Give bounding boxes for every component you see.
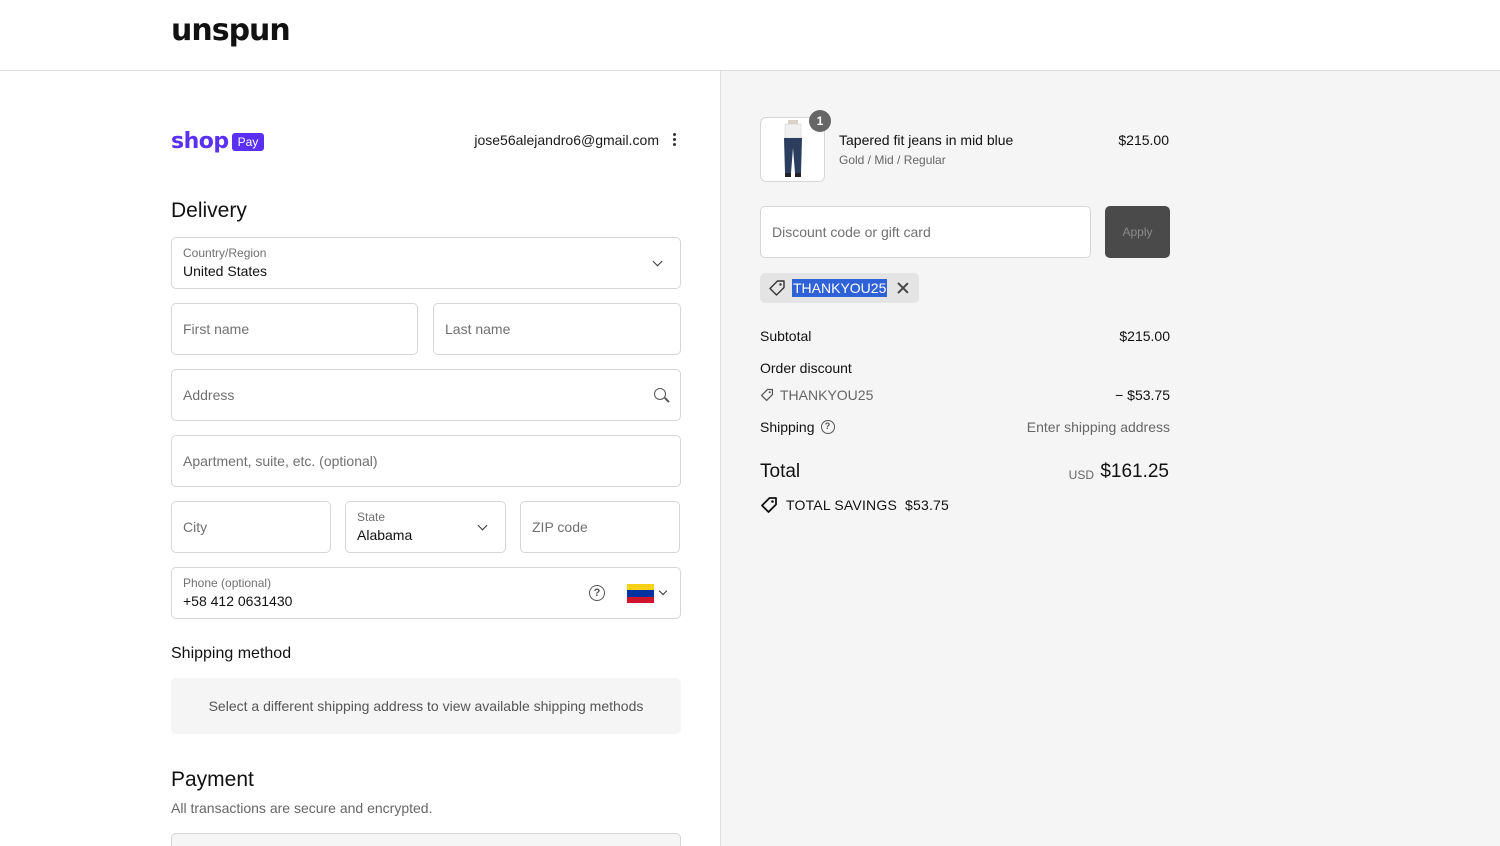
product-price: $215.00 (1118, 132, 1169, 148)
order-discount-label: Order discount (760, 360, 852, 376)
subtotal-label: Subtotal (760, 328, 812, 344)
address-placeholder: Address (183, 387, 235, 403)
quantity-badge: 1 (809, 110, 831, 132)
country-select[interactable]: Country/Region United States (171, 237, 681, 289)
apartment-field[interactable]: Apartment, suite, etc. (optional) (171, 435, 681, 487)
last-name-placeholder: Last name (445, 321, 511, 337)
order-discount-value: − $53.75 (1115, 387, 1170, 403)
shop-pay-logo[interactable]: shop Pay (171, 129, 265, 154)
tag-icon (769, 280, 785, 296)
delivery-heading: Delivery (171, 199, 247, 222)
order-summary-column: 1 Tapered fit jeans in mid blue Gold / M… (720, 71, 1500, 846)
chevron-down-icon (477, 520, 488, 531)
savings-tag-icon (761, 497, 777, 513)
more-options-icon[interactable] (669, 131, 680, 148)
state-value: Alabama (357, 527, 413, 543)
checkout-form-column: shop Pay jose56alejandro6@gmail.com Deli… (0, 71, 720, 846)
discount-code-input[interactable]: Discount code or gift card (760, 206, 1091, 258)
apartment-placeholder: Apartment, suite, etc. (optional) (183, 453, 378, 469)
shipping-label: Shipping (760, 419, 815, 435)
total-label: Total (760, 461, 801, 482)
chevron-down-icon[interactable] (658, 586, 668, 596)
total-savings-value: $53.75 (905, 497, 950, 513)
shipping-row: Shipping ? Enter shipping address (760, 419, 1170, 435)
venezuela-flag-icon[interactable] (627, 584, 654, 603)
account-info: jose56alejandro6@gmail.com (474, 131, 680, 148)
zip-placeholder: ZIP code (532, 519, 588, 535)
payment-heading: Payment (171, 768, 254, 791)
phone-label: Phone (optional) (183, 576, 272, 590)
order-discount-row: Order discount (760, 360, 1170, 376)
chevron-down-icon (652, 256, 663, 267)
apply-discount-button[interactable]: Apply (1105, 206, 1170, 258)
brand-logo[interactable]: unspun (171, 13, 291, 48)
country-label: Country/Region (183, 246, 267, 260)
shipping-method-message: Select a different shipping address to v… (208, 698, 644, 714)
account-email: jose56alejandro6@gmail.com (474, 131, 659, 148)
last-name-field[interactable]: Last name (433, 303, 681, 355)
product-title: Tapered fit jeans in mid blue (839, 132, 1014, 148)
zip-field[interactable]: ZIP code (520, 501, 680, 553)
shipping-method-heading: Shipping method (171, 645, 292, 662)
help-icon[interactable]: ? (589, 585, 605, 601)
applied-discount-code: THANKYOU25 (792, 279, 888, 297)
city-field[interactable]: City (171, 501, 331, 553)
shop-pay-badge: Pay (231, 132, 265, 151)
discount-placeholder: Discount code or gift card (772, 224, 931, 240)
phone-value: +58 412 0631430 (183, 593, 293, 609)
phone-field[interactable]: Phone (optional) +58 412 0631430 ? (171, 567, 681, 619)
order-discount-code-row: THANKYOU25 − $53.75 (760, 387, 1170, 405)
search-icon (654, 388, 666, 400)
first-name-placeholder: First name (183, 321, 250, 337)
product-variant: Gold / Mid / Regular (839, 153, 946, 167)
first-name-field[interactable]: First name (171, 303, 418, 355)
order-discount-code: THANKYOU25 (780, 387, 874, 403)
help-icon[interactable]: ? (820, 420, 835, 434)
shipping-value: Enter shipping address (1026, 419, 1170, 435)
payment-method-box[interactable] (171, 833, 681, 846)
total-savings-label: TOTAL SAVINGS (786, 497, 897, 513)
address-field[interactable]: Address (171, 369, 681, 421)
total-value: $161.25 (1100, 461, 1169, 482)
total-currency: USD (1068, 468, 1094, 482)
subtotal-row: Subtotal $215.00 (760, 328, 1170, 344)
shop-pay-wordmark: shop (171, 129, 229, 154)
tag-icon (760, 388, 774, 402)
shipping-method-notice: Select a different shipping address to v… (171, 678, 681, 734)
site-header: unspun (0, 0, 1500, 71)
state-select[interactable]: State Alabama (345, 501, 506, 553)
subtotal-value: $215.00 (1119, 328, 1170, 344)
applied-discount-chip: THANKYOU25 (760, 273, 919, 303)
country-value: United States (183, 263, 268, 279)
remove-discount-icon[interactable] (897, 282, 909, 294)
total-savings: TOTAL SAVINGS $53.75 (760, 496, 949, 514)
payment-subtitle: All transactions are secure and encrypte… (171, 800, 433, 816)
city-placeholder: City (183, 519, 208, 535)
state-label: State (357, 510, 386, 524)
